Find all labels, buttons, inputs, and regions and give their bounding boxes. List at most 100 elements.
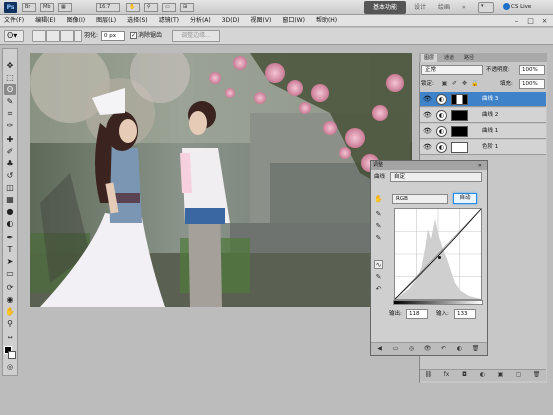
- marquee-tool-icon[interactable]: ⬚: [4, 72, 16, 83]
- menu-analysis[interactable]: 分析(A): [190, 15, 211, 27]
- curves-preset-select[interactable]: 自定: [390, 172, 482, 182]
- workspace-menu-icon[interactable]: ▾: [478, 2, 494, 13]
- quick-selection-tool-icon[interactable]: ✎: [4, 96, 16, 107]
- arrange-button[interactable]: ▭: [162, 3, 176, 12]
- path-selection-tool-icon[interactable]: ➤: [4, 256, 16, 267]
- layer-mask-thumbnail[interactable]: [451, 142, 468, 153]
- workspace-essentials[interactable]: 基本功能: [364, 1, 406, 14]
- visibility-eye-icon[interactable]: 👁: [423, 143, 432, 152]
- targeted-adjust-icon[interactable]: ✋: [374, 195, 383, 204]
- intersect-selection-icon[interactable]: [74, 30, 82, 42]
- new-layer-icon[interactable]: ▢: [514, 370, 523, 379]
- lock-transparency-icon[interactable]: ▣: [441, 80, 448, 87]
- new-selection-icon[interactable]: [32, 30, 46, 42]
- layer-mask-thumbnail[interactable]: [451, 126, 468, 137]
- output-input[interactable]: 118: [406, 309, 428, 319]
- view-previous-state-icon[interactable]: ↶: [439, 344, 448, 353]
- move-tool-icon[interactable]: ✥: [4, 60, 16, 71]
- link-layers-icon[interactable]: ⛓: [424, 370, 433, 379]
- clone-stamp-tool-icon[interactable]: ♣: [4, 158, 16, 169]
- zoom-view-button[interactable]: ⚲: [144, 3, 158, 12]
- lock-position-icon[interactable]: ✥: [461, 80, 468, 87]
- quick-mask-icon[interactable]: ◎: [4, 362, 16, 373]
- tab-layers[interactable]: 图层: [421, 54, 438, 62]
- feather-input[interactable]: 0 px: [101, 31, 125, 41]
- background-color-swatch[interactable]: [8, 351, 16, 359]
- workspace-design[interactable]: 设计: [414, 1, 426, 14]
- pen-tool-icon[interactable]: ✒: [4, 232, 16, 243]
- return-to-list-icon[interactable]: ◀: [375, 344, 384, 353]
- layer-row[interactable]: 👁 ◐ 曲线 3: [420, 92, 546, 107]
- new-adjustment-icon[interactable]: ◐: [478, 370, 487, 379]
- type-tool-icon[interactable]: T: [4, 244, 16, 255]
- add-mask-icon[interactable]: ◘: [460, 370, 469, 379]
- tab-adjustments[interactable]: 调整: [373, 161, 383, 170]
- gradient-tool-icon[interactable]: ▦: [4, 194, 16, 205]
- channel-select[interactable]: RGB: [392, 194, 448, 204]
- delete-adjustment-icon[interactable]: 🗑: [471, 344, 480, 353]
- swap-colors-icon[interactable]: ↔: [4, 332, 16, 343]
- visibility-eye-icon[interactable]: 👁: [423, 95, 432, 104]
- history-brush-tool-icon[interactable]: ↺: [4, 170, 16, 181]
- new-group-icon[interactable]: ▣: [496, 370, 505, 379]
- minimize-button[interactable]: –: [512, 17, 521, 25]
- dodge-tool-icon[interactable]: ◐: [4, 218, 16, 229]
- blend-mode-select[interactable]: 正常: [421, 65, 483, 75]
- black-point-dropper-icon[interactable]: ✎: [374, 210, 383, 219]
- blur-tool-icon[interactable]: ●: [4, 206, 16, 217]
- delete-layer-icon[interactable]: 🗑: [532, 370, 541, 379]
- canvas-photo[interactable]: [30, 53, 412, 307]
- curve-edit-points-icon[interactable]: ∿: [374, 260, 383, 269]
- healing-tool-icon[interactable]: ✚: [4, 134, 16, 145]
- menu-image[interactable]: 图像(I): [67, 15, 85, 27]
- curves-graph[interactable]: [394, 208, 482, 300]
- workspace-more[interactable]: »: [462, 1, 466, 14]
- menu-file[interactable]: 文件(F): [4, 15, 24, 27]
- screen-mode-button[interactable]: ⊞: [180, 3, 194, 12]
- white-point-dropper-icon[interactable]: ✎: [374, 234, 383, 243]
- clip-to-layer-icon[interactable]: ◎: [407, 344, 416, 353]
- input-input[interactable]: 133: [454, 309, 476, 319]
- workspace-painting[interactable]: 绘画: [438, 1, 450, 14]
- layer-mask-thumbnail[interactable]: [451, 110, 468, 121]
- layer-row[interactable]: 👁 ◐ 曲线 1: [420, 124, 546, 139]
- lasso-tool-icon[interactable]: ʘ: [4, 84, 16, 95]
- close-button[interactable]: ×: [540, 17, 549, 25]
- antialias-checkbox[interactable]: ✓: [130, 32, 137, 39]
- brush-tool-icon[interactable]: ✐: [4, 146, 16, 157]
- layer-style-icon[interactable]: fx: [442, 370, 451, 379]
- menu-filter[interactable]: 滤镜(T): [159, 15, 179, 27]
- toggle-visibility-icon[interactable]: 👁: [423, 344, 432, 353]
- menu-3d[interactable]: 3D(D): [222, 15, 240, 27]
- reset-defaults-icon[interactable]: ◐: [455, 344, 464, 353]
- view-extras-button[interactable]: ▦: [58, 3, 72, 12]
- visibility-eye-icon[interactable]: 👁: [423, 111, 432, 120]
- gray-point-dropper-icon[interactable]: ✎: [374, 222, 383, 231]
- tab-channels[interactable]: 通道: [441, 54, 457, 62]
- mini-bridge-button[interactable]: Mb: [40, 3, 54, 12]
- 3d-rotate-tool-icon[interactable]: ⟳: [4, 282, 16, 293]
- crop-tool-icon[interactable]: ⌗: [4, 108, 16, 119]
- zoom-level-select[interactable]: 16.7: [96, 3, 120, 12]
- zoom-tool-icon[interactable]: ⚲: [4, 318, 16, 329]
- tool-preset-picker[interactable]: ʘ▾: [4, 30, 24, 42]
- subtract-selection-icon[interactable]: [60, 30, 74, 42]
- collapse-icon[interactable]: »: [478, 161, 482, 170]
- menu-help[interactable]: 帮助(H): [316, 15, 337, 27]
- eraser-tool-icon[interactable]: ◫: [4, 182, 16, 193]
- 3d-camera-tool-icon[interactable]: ◉: [4, 294, 16, 305]
- layer-row[interactable]: 👁 ◐ 曲线 2: [420, 108, 546, 123]
- menu-layer[interactable]: 图层(L): [96, 15, 116, 27]
- bridge-button[interactable]: Br: [22, 3, 36, 12]
- add-selection-icon[interactable]: [46, 30, 60, 42]
- layer-mask-thumbnail[interactable]: [451, 94, 468, 105]
- opacity-input[interactable]: 100%: [519, 65, 545, 75]
- layer-row[interactable]: 👁 ◐ 色阶 1: [420, 140, 546, 155]
- expanded-view-icon[interactable]: ▭: [391, 344, 400, 353]
- auto-button[interactable]: 自动: [453, 193, 477, 204]
- curve-smooth-icon[interactable]: ↶: [374, 285, 383, 294]
- menu-window[interactable]: 窗口(W): [282, 15, 305, 27]
- hand-tool-icon[interactable]: ✋: [4, 306, 16, 317]
- fill-input[interactable]: 100%: [519, 79, 545, 89]
- visibility-eye-icon[interactable]: 👁: [423, 127, 432, 136]
